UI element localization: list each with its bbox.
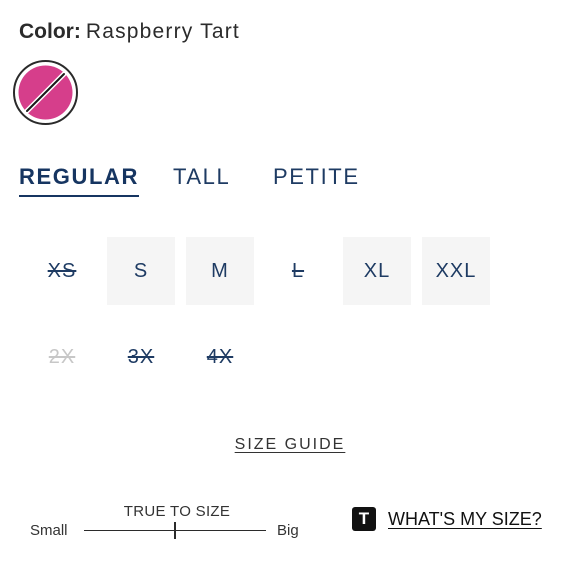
size-option-xxl[interactable]: XXL bbox=[422, 237, 490, 305]
size-option-l: L bbox=[291, 259, 305, 282]
true-fit-logo-icon: T bbox=[352, 507, 376, 531]
size-option-xl[interactable]: XL bbox=[343, 237, 411, 305]
tab-regular[interactable]: REGULAR bbox=[19, 162, 139, 197]
color-value: Raspberry Tart bbox=[85, 20, 240, 43]
size-option-xs: XS bbox=[47, 259, 77, 282]
size-option-4x: 4X bbox=[206, 345, 234, 368]
size-option-3x: 3X bbox=[127, 345, 155, 368]
color-label: Color: bbox=[19, 20, 81, 43]
fit-scale-title: TRUE TO SIZE bbox=[123, 503, 231, 520]
color-swatch-raspberry-tart[interactable] bbox=[13, 60, 78, 125]
size-guide-link[interactable]: SIZE GUIDE bbox=[235, 436, 346, 453]
whats-my-size-button[interactable]: T WHAT'S MY SIZE? bbox=[352, 507, 542, 531]
size-option-s[interactable]: S bbox=[107, 237, 175, 305]
whats-my-size-link[interactable]: WHAT'S MY SIZE? bbox=[388, 509, 542, 530]
sale-slash-icon bbox=[18, 65, 73, 120]
tab-petite[interactable]: PETITE bbox=[273, 162, 360, 192]
size-option-m[interactable]: M bbox=[186, 237, 254, 305]
fit-scale-high-label: Big bbox=[277, 522, 299, 539]
size-option-2x: 2X bbox=[48, 345, 76, 368]
size-guide-row: SIZE GUIDE bbox=[0, 436, 580, 454]
color-row: Color: Raspberry Tart bbox=[19, 18, 240, 46]
fit-scale-low-label: Small bbox=[30, 522, 68, 539]
tab-tall[interactable]: TALL bbox=[173, 162, 230, 192]
fit-scale: TRUE TO SIZE Small Big bbox=[30, 500, 330, 550]
fit-scale-marker bbox=[174, 522, 176, 539]
size-grid: XS S M L XL XXL 2X 3X 4X bbox=[28, 237, 498, 397]
